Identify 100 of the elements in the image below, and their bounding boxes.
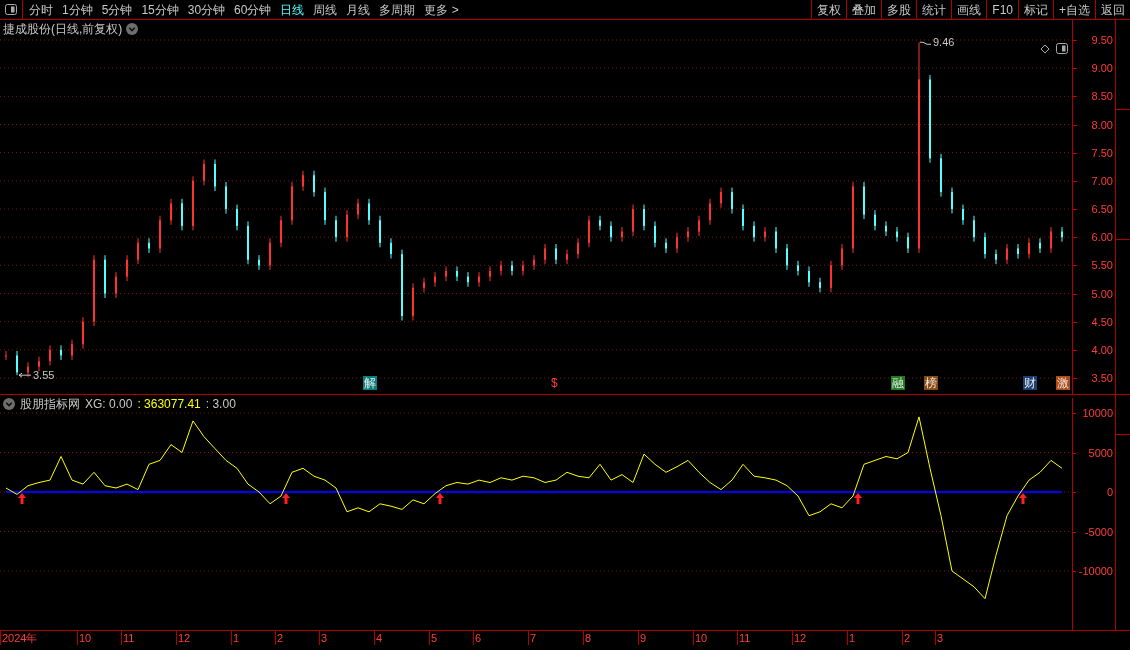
- period-tab[interactable]: 周线: [313, 0, 338, 19]
- indicator-name: 股朋指标网: [20, 396, 80, 412]
- candlestick: [610, 220, 612, 243]
- candlestick: [434, 271, 436, 288]
- axis-label: 10: [695, 632, 708, 645]
- chevron-down-icon[interactable]: [3, 398, 15, 410]
- candlestick: [720, 187, 722, 209]
- candlestick: [896, 226, 898, 243]
- period-tab[interactable]: 多周期: [379, 0, 416, 19]
- candlestick: [984, 232, 986, 260]
- period-tab[interactable]: 1分钟: [62, 0, 93, 19]
- axis-label: 5: [431, 632, 438, 645]
- axis-label: 4.00: [1091, 343, 1113, 356]
- axis-label: 9: [640, 632, 647, 645]
- toolbar-button[interactable]: 统计: [916, 0, 952, 19]
- toolbar-button[interactable]: F10: [986, 0, 1018, 19]
- candlestick: [808, 265, 810, 288]
- axis-label: -10000: [1078, 565, 1113, 577]
- period-tab[interactable]: 分时: [29, 0, 53, 19]
- candlestick: [1017, 243, 1019, 260]
- candlestick: [390, 237, 392, 260]
- event-badge[interactable]: 融: [891, 376, 905, 390]
- candlestick: [995, 249, 997, 265]
- event-badge[interactable]: 财: [1023, 376, 1037, 390]
- axis-label: 3.50: [1091, 372, 1113, 384]
- axis-label: 6: [475, 632, 482, 645]
- axis-label: 8.00: [1091, 118, 1113, 131]
- axis-label: -5000: [1084, 525, 1113, 538]
- candlestick: [346, 209, 348, 243]
- candlestick: [379, 215, 381, 248]
- period-tab[interactable]: 日线: [280, 0, 305, 19]
- axis-label: 9.00: [1091, 62, 1113, 75]
- toolbar-button[interactable]: 叠加: [846, 0, 882, 19]
- candlestick: [1050, 226, 1052, 254]
- candlestick: [687, 226, 689, 243]
- axis-label: 6.50: [1091, 203, 1113, 215]
- axis-label: 10: [79, 632, 92, 645]
- axis-label: 5000: [1088, 446, 1113, 459]
- candlestick: [566, 249, 568, 265]
- candlestick: [181, 198, 183, 231]
- candlestick: [962, 204, 964, 226]
- high-price-label: 9.46: [919, 36, 955, 49]
- candlestick: [731, 187, 733, 214]
- event-badge[interactable]: 激: [1056, 376, 1070, 390]
- candlestick: [280, 215, 282, 248]
- candlestick: [291, 181, 293, 226]
- toolbar-button[interactable]: 复权: [811, 0, 847, 19]
- period-tab[interactable]: 5分钟: [101, 0, 133, 19]
- candlestick: [192, 175, 194, 231]
- panel-toggle-icon: [5, 4, 17, 15]
- candlestick: [324, 187, 326, 226]
- candlestick: [841, 243, 843, 271]
- candlestick: [709, 198, 711, 226]
- candlestick: [874, 209, 876, 231]
- period-tab[interactable]: 月线: [346, 0, 371, 19]
- toolbar-button[interactable]: 多股: [881, 0, 917, 19]
- axis-label: 1: [233, 632, 240, 645]
- candlestick: [555, 243, 557, 265]
- candlestick: [500, 260, 502, 276]
- toolbar-button[interactable]: +自选: [1053, 0, 1095, 19]
- candlestick: [544, 243, 546, 265]
- toolbar-button[interactable]: 返回: [1095, 0, 1130, 19]
- candlestick: [533, 254, 535, 271]
- toolbar-button[interactable]: 标记: [1018, 0, 1053, 19]
- candlestick: [357, 198, 359, 220]
- candlestick: [588, 215, 590, 248]
- event-badge[interactable]: 解: [363, 376, 377, 390]
- period-tab[interactable]: 30分钟: [187, 0, 226, 19]
- candlestick: [940, 153, 942, 198]
- candlestick: [907, 232, 909, 254]
- candlestick: [313, 170, 315, 198]
- candlestick: [258, 254, 260, 271]
- period-tab[interactable]: 15分钟: [141, 0, 179, 19]
- candlestick: [27, 361, 29, 378]
- axis-label: 12: [794, 632, 807, 645]
- indicator-value: : 363077.41: [137, 396, 201, 412]
- candlestick: [456, 265, 458, 282]
- event-badge[interactable]: 榜: [924, 376, 938, 390]
- candlestick: [423, 277, 425, 293]
- candlestick: [1061, 226, 1063, 243]
- period-tab[interactable]: 60分钟: [234, 0, 272, 19]
- period-tab[interactable]: 更多 >: [424, 0, 459, 19]
- candlestick: [1039, 237, 1041, 254]
- axis-label: 8.50: [1091, 90, 1113, 103]
- toolbar-button[interactable]: 画线: [951, 0, 987, 19]
- panel-toggle-icon[interactable]: [1056, 43, 1068, 54]
- candlestick: [698, 215, 700, 237]
- chevron-down-icon[interactable]: [126, 23, 139, 35]
- candlestick: [302, 170, 304, 192]
- diamond-icon[interactable]: [1040, 44, 1050, 54]
- axis-label: 1: [849, 632, 856, 645]
- candlestick: [1028, 237, 1030, 260]
- event-badge[interactable]: $: [550, 376, 559, 390]
- candlestick: [214, 158, 216, 192]
- axis-label: 2: [904, 632, 911, 645]
- candlestick: [621, 226, 623, 243]
- candlestick: [753, 220, 755, 243]
- candlestick: [159, 215, 161, 254]
- axis-label: 4: [376, 632, 383, 645]
- candlestick: [247, 220, 249, 265]
